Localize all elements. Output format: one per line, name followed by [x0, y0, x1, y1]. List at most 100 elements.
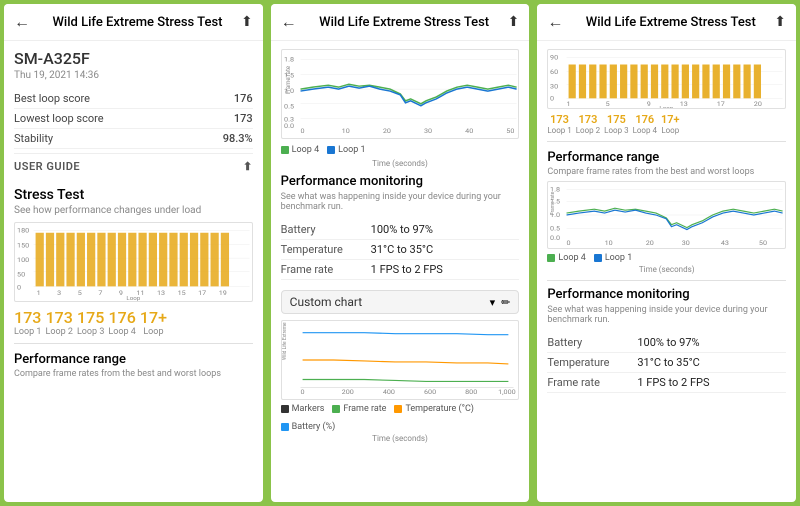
loop-label-5: Loop	[143, 327, 163, 337]
p3-loop-label-2: Loop 2	[576, 126, 600, 135]
svg-text:Frame rate: Frame rate	[285, 66, 292, 94]
custom-chart-selector[interactable]: Custom chart ▾ ✏	[281, 290, 520, 314]
share-button-3[interactable]: ⬆	[774, 14, 786, 30]
svg-text:50: 50	[759, 239, 767, 247]
back-button-3[interactable]: ←	[547, 12, 563, 32]
line-chart-2: 1.8 1.5 1.0 0.5 0.3 0.0 0 10 20 30	[281, 49, 520, 139]
pr-legend-loop4: Loop 4	[547, 253, 585, 263]
perf-monitoring-title-3: Performance monitoring	[547, 287, 786, 302]
svg-text:1: 1	[567, 100, 571, 108]
temperature-label-2: Temperature	[281, 243, 371, 256]
svg-text:100: 100	[17, 255, 29, 264]
svg-text:5: 5	[606, 100, 610, 108]
loop-score-1: 173	[14, 308, 41, 327]
svg-text:50: 50	[506, 126, 514, 135]
p3-loop-score-1: 173	[550, 113, 569, 126]
framerate-row-2: Frame rate 1 FPS to 2 FPS	[281, 260, 520, 280]
temperature-val-2: 31°C to 35°C	[371, 243, 434, 256]
temperature-label-3: Temperature	[547, 356, 637, 369]
edit-icon[interactable]: ✏	[501, 296, 510, 309]
svg-text:30: 30	[424, 126, 432, 135]
svg-text:0: 0	[300, 126, 304, 135]
svg-text:180: 180	[17, 226, 29, 235]
user-guide-row[interactable]: USER GUIDE ⬆	[14, 153, 253, 179]
back-button-2[interactable]: ←	[281, 12, 297, 32]
loop-item-2: 173 Loop 2	[45, 308, 72, 337]
stress-test-sub: See how performance changes under load	[14, 205, 253, 216]
user-guide-label: USER GUIDE	[14, 160, 80, 173]
lowest-loop-row: Lowest loop score 173	[14, 109, 253, 129]
svg-text:Wild Life Extreme Stress Test: Wild Life Extreme Stress Test	[282, 321, 288, 360]
dropdown-icon[interactable]: ▾	[490, 296, 496, 309]
perf-range-legend: Loop 4 Loop 1	[547, 253, 786, 263]
svg-text:13: 13	[157, 288, 165, 297]
panel-1-title: Wild Life Extreme Stress Test	[34, 15, 241, 30]
legend-loop4: Loop 4	[281, 145, 319, 155]
svg-text:150: 150	[17, 241, 29, 250]
temperature-row-3: Temperature 31°C to 35°C	[547, 353, 786, 373]
perf-range-sub-1: Compare frame rates from the best and wo…	[14, 369, 253, 379]
svg-text:200: 200	[341, 387, 353, 396]
bar-chart-legend: Markers Frame rate Temperature (°C) Batt…	[281, 404, 520, 432]
svg-text:Loop: Loop	[660, 105, 674, 108]
share-button-1[interactable]: ⬆	[241, 14, 253, 30]
best-loop-val: 176	[234, 92, 253, 105]
loop-score-3: 175	[77, 308, 104, 327]
panel-1-content: SM-A325F Thu 19, 2021 14:36 Best loop sc…	[4, 41, 263, 502]
svg-text:9: 9	[647, 100, 651, 108]
p3-loop-score-4: 176	[635, 113, 654, 126]
svg-text:5: 5	[78, 288, 82, 297]
stress-test-chart: 180 150 100 50 0	[14, 222, 253, 302]
svg-text:20: 20	[754, 100, 762, 108]
panel-1-header: ← Wild Life Extreme Stress Test ⬆	[4, 4, 263, 41]
framerate-row-3: Frame rate 1 FPS to 2 FPS	[547, 373, 786, 393]
svg-text:13: 13	[680, 100, 688, 108]
p3-loop-item-4: 176 Loop 4	[633, 113, 657, 135]
svg-text:9: 9	[119, 288, 123, 297]
loop-label-2: Loop 2	[45, 327, 72, 337]
framerate-val-3: 1 FPS to 2 FPS	[637, 376, 709, 389]
panel-3: ← Wild Life Extreme Stress Test ⬆ 90 60 …	[537, 4, 796, 502]
svg-text:17: 17	[198, 288, 206, 297]
pr-legend-loop1: Loop 1	[594, 253, 632, 263]
panel-1: ← Wild Life Extreme Stress Test ⬆ SM-A32…	[4, 4, 263, 502]
svg-text:0.0: 0.0	[550, 234, 560, 242]
loop-item-3: 175 Loop 3	[77, 308, 104, 337]
svg-text:19: 19	[219, 288, 227, 297]
temperature-row-2: Temperature 31°C to 35°C	[281, 240, 520, 260]
best-loop-label: Best loop score	[14, 92, 90, 105]
svg-text:17: 17	[717, 100, 725, 108]
score-chart-3: 90 60 30 0	[547, 49, 786, 109]
bar-chart-2: Wild Life Extreme Stress Test 0 200 400 …	[281, 320, 520, 400]
svg-text:0: 0	[300, 387, 304, 396]
svg-text:43: 43	[721, 239, 729, 247]
stability-row: Stability 98.3%	[14, 129, 253, 149]
svg-text:20: 20	[383, 126, 391, 135]
svg-text:1: 1	[37, 288, 41, 297]
battery-val-2: 100% to 97%	[371, 223, 433, 236]
p3-loop-label-5: Loop	[661, 126, 679, 135]
p3-loop-item-3: 175 Loop 3	[604, 113, 628, 135]
svg-text:1,000: 1,000	[498, 387, 516, 396]
p3-loop-item-1: 173 Loop 1	[547, 113, 571, 135]
perf-range-sub-3: Compare frame rates from the best and wo…	[547, 167, 786, 177]
panel-2-content: 1.8 1.5 1.0 0.5 0.3 0.0 0 10 20 30	[271, 41, 530, 502]
battery-val-3: 100% to 97%	[637, 336, 699, 349]
loop-scores-3: 173 Loop 1 173 Loop 2 175 Loop 3 176 Loo…	[547, 113, 786, 135]
panel-3-content: 90 60 30 0	[537, 41, 796, 502]
stress-test-title: Stress Test	[14, 187, 253, 203]
share-button-2[interactable]: ⬆	[508, 14, 520, 30]
p3-loop-score-5: 17+	[661, 113, 680, 126]
user-guide-share-icon[interactable]: ⬆	[243, 160, 253, 173]
battery-label-2: Battery	[281, 223, 371, 236]
p3-loop-item-2: 173 Loop 2	[576, 113, 600, 135]
device-name: SM-A325F	[14, 49, 253, 68]
perf-monitoring-sub-2: See what was happening inside your devic…	[281, 192, 520, 212]
back-button-1[interactable]: ←	[14, 12, 30, 32]
framerate-label-2: Frame rate	[281, 263, 371, 276]
p3-loop-item-5: 17+ Loop	[661, 113, 680, 135]
svg-text:0: 0	[567, 239, 571, 247]
lowest-loop-label: Lowest loop score	[14, 112, 104, 125]
stability-label: Stability	[14, 132, 53, 145]
svg-text:30: 30	[682, 239, 690, 247]
